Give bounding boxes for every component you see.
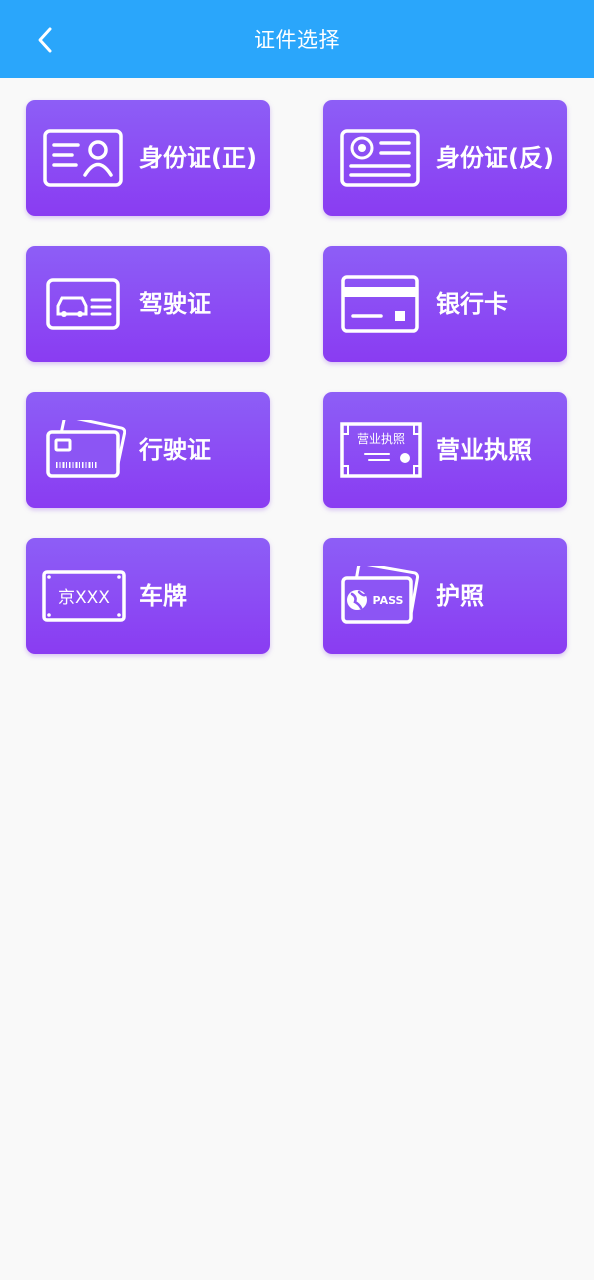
license-plate-icon: 京XXX	[42, 570, 126, 622]
card-label: 护照	[436, 582, 484, 610]
id-card-front-icon	[43, 129, 123, 187]
card-passport[interactable]: PASS 护照	[323, 538, 567, 654]
passport-icon-text: PASS	[373, 594, 404, 607]
document-type-grid: 身份证(正) 身份证(反) 驾驶证 银行卡 行驶证 营业执照 营业执照 京XXX…	[0, 0, 594, 1280]
card-id-front[interactable]: 身份证(正)	[26, 100, 270, 216]
business-license-icon: 营业执照	[340, 422, 422, 478]
card-id-back[interactable]: 身份证(反)	[323, 100, 567, 216]
driver-license-icon	[46, 278, 120, 330]
license-plate-icon-text: 京XXX	[58, 588, 110, 608]
card-label: 行驶证	[139, 436, 211, 464]
card-license-plate[interactable]: 京XXX 车牌	[26, 538, 270, 654]
card-label: 身份证(反)	[436, 144, 554, 172]
card-label: 银行卡	[436, 290, 508, 318]
card-label: 营业执照	[436, 436, 532, 464]
card-business-license[interactable]: 营业执照 营业执照	[323, 392, 567, 508]
card-vehicle-license[interactable]: 行驶证	[26, 392, 270, 508]
card-label: 身份证(正)	[139, 144, 257, 172]
card-label: 车牌	[139, 582, 187, 610]
id-card-back-icon	[340, 129, 420, 187]
card-label: 驾驶证	[139, 290, 211, 318]
card-driver-license[interactable]: 驾驶证	[26, 246, 270, 362]
business-license-icon-text: 营业执照	[357, 432, 405, 446]
bank-card-icon	[341, 275, 419, 333]
vehicle-license-icon	[46, 420, 126, 478]
card-bank-card[interactable]: 银行卡	[323, 246, 567, 362]
passport-icon: PASS	[341, 566, 420, 624]
